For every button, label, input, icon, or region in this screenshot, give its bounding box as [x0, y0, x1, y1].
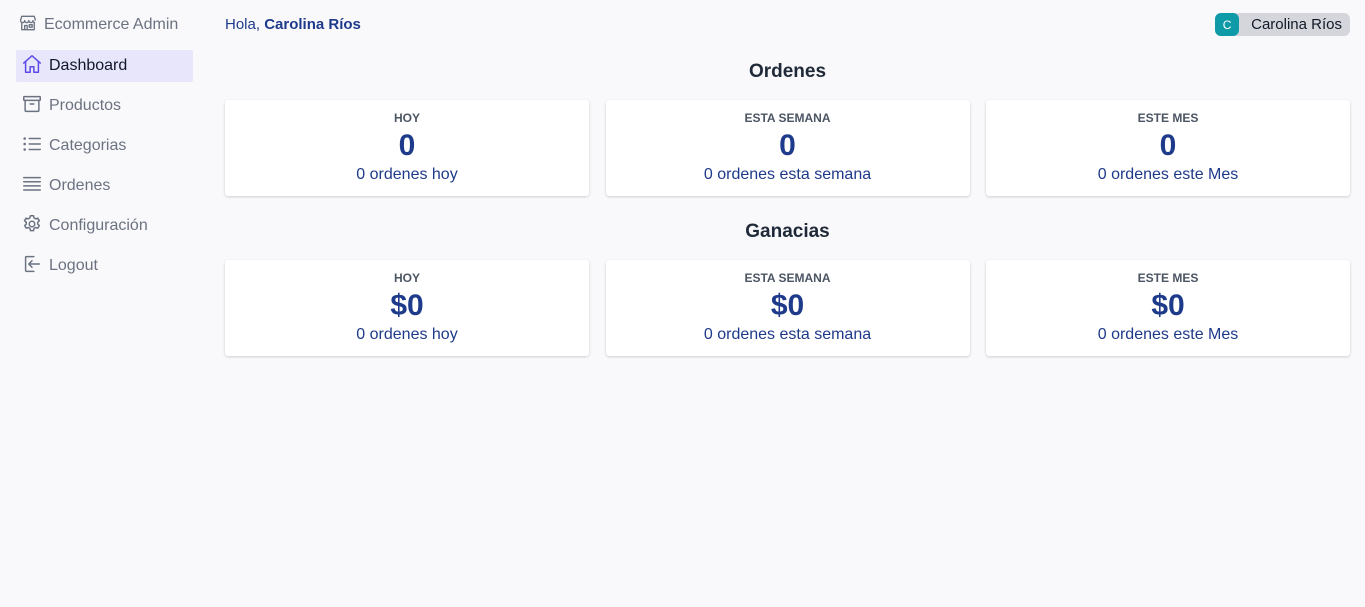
home-icon [21, 53, 49, 80]
stat-card: ESTA SEMANA $0 0 ordenes esta semana [605, 260, 970, 356]
card-label: ESTE MES [1137, 111, 1199, 125]
greeting-name: Carolina Ríos [264, 16, 361, 33]
greeting-prefix: Hola, [225, 16, 261, 33]
card-label: ESTE MES [1137, 271, 1199, 285]
sidebar-item-label: Categorias [49, 137, 127, 154]
avatar: C [1215, 13, 1240, 36]
card-label: ESTA SEMANA [744, 271, 831, 285]
user-name: Carolina Ríos [1251, 16, 1342, 33]
sidebar-item-label: Ordenes [49, 177, 111, 194]
sidebar-item-label: Configuración [49, 217, 148, 234]
sidebar-item-ordenes[interactable]: Ordenes [16, 170, 193, 202]
card-value: 0 [1159, 129, 1177, 162]
stat-card: HOY 0 0 ordenes hoy [225, 100, 589, 196]
sidebar-item-label: Logout [49, 257, 98, 274]
stat-card: ESTA SEMANA 0 0 ordenes esta semana [605, 100, 970, 196]
card-value: $0 [770, 289, 805, 322]
card-value: 0 [779, 129, 796, 162]
card-subtext: 0 ordenes este Mes [1097, 166, 1239, 183]
list-icon [21, 133, 49, 160]
sidebar: Ecommerce Admin Dashboard Productos Cate… [16, 0, 193, 290]
earnings-cards: HOY $0 0 ordenes hoy ESTA SEMANA $0 0 or… [225, 260, 1350, 356]
card-subtext: 0 ordenes este Mes [1097, 326, 1239, 343]
stat-card: ESTE MES $0 0 ordenes este Mes [986, 260, 1350, 356]
user-menu[interactable]: C Carolina Ríos [1215, 13, 1350, 36]
sidebar-item-label: Dashboard [49, 57, 128, 74]
card-value: 0 [398, 129, 416, 162]
sidebar-item-logout[interactable]: Logout [16, 250, 193, 282]
card-label: ESTA SEMANA [744, 111, 831, 125]
card-subtext: 0 ordenes hoy [356, 326, 458, 343]
card-label: HOY [393, 111, 420, 125]
greeting: Hola, Carolina Ríos [225, 16, 361, 33]
card-subtext: 0 ordenes esta semana [703, 166, 872, 183]
stat-card: ESTE MES 0 0 ordenes este Mes [986, 100, 1350, 196]
sidebar-item-configuracion[interactable]: Configuración [16, 210, 193, 242]
card-subtext: 0 ordenes esta semana [703, 326, 872, 343]
logout-icon [21, 253, 49, 280]
gear-icon [21, 213, 49, 240]
archive-box-icon [21, 93, 49, 120]
stat-card: HOY $0 0 ordenes hoy [225, 260, 589, 356]
section-title-ordenes: Ordenes [748, 61, 827, 82]
card-value: $0 [390, 289, 424, 322]
orders-cards: HOY 0 0 ordenes hoy ESTA SEMANA 0 0 orde… [225, 100, 1350, 196]
card-value: $0 [1151, 289, 1185, 322]
card-label: HOY [393, 271, 420, 285]
sidebar-item-categorias[interactable]: Categorias [16, 130, 193, 162]
storefront-icon [18, 13, 44, 38]
card-subtext: 0 ordenes hoy [356, 166, 458, 183]
sidebar-item-productos[interactable]: Productos [16, 90, 193, 122]
sidebar-item-label: Productos [49, 97, 122, 114]
sidebar-item-dashboard[interactable]: Dashboard [16, 50, 193, 82]
brand[interactable]: Ecommerce Admin [16, 0, 193, 50]
section-title-ganancias: Ganacias [745, 221, 830, 242]
brand-label: Ecommerce Admin [44, 16, 179, 33]
queue-list-icon [21, 173, 49, 200]
